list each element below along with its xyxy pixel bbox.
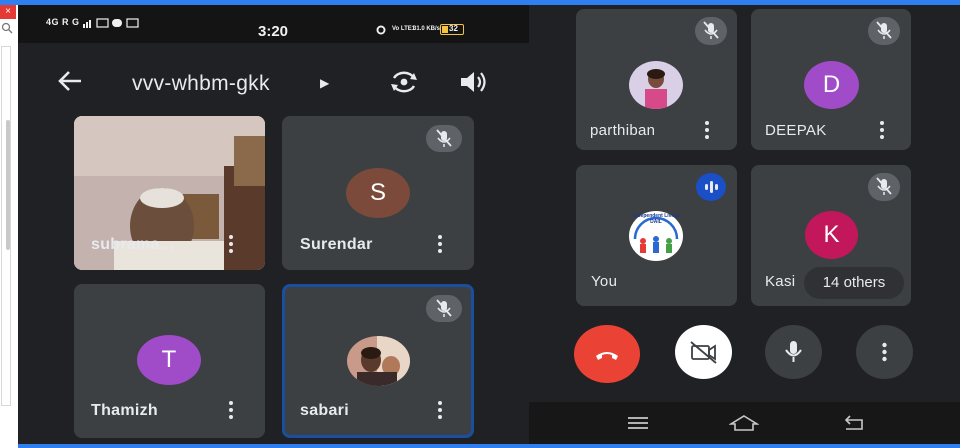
search-icon[interactable] <box>1 22 15 40</box>
status-time: 3:20 <box>258 23 289 40</box>
mic-off-icon <box>695 17 727 45</box>
participant-name: Kasi <box>765 273 796 290</box>
avatar <box>347 336 410 386</box>
meeting-header: vvv-whbm-gkk ▶ <box>18 43 529 115</box>
participant-name: sabari <box>300 402 349 419</box>
participant-tile-surendar[interactable]: S Surendar <box>282 116 474 270</box>
end-call-button[interactable] <box>574 325 640 383</box>
others-chip[interactable]: 14 others <box>804 267 904 299</box>
more-vert-icon <box>882 342 887 362</box>
mic-off-icon <box>426 295 462 322</box>
logo-text: Independent Living DAIL <box>633 213 679 225</box>
participant-tile-subramanian[interactable]: subrama... <box>74 116 265 270</box>
participant-tile-sabari[interactable]: sabari <box>282 284 474 438</box>
back-nav-icon[interactable] <box>842 414 866 432</box>
flip-camera-icon[interactable] <box>388 68 420 96</box>
bottom-accent-line <box>0 444 960 448</box>
more-vert-icon[interactable] <box>228 401 234 421</box>
participant-name: Thamizh <box>91 402 158 419</box>
phone-hangup-icon <box>596 352 618 360</box>
participant-tile-you[interactable]: Independent Living DAIL You <box>576 165 737 306</box>
battery-icon: 32 <box>440 24 464 35</box>
more-options-button[interactable] <box>856 325 913 379</box>
avatar: K <box>805 211 858 259</box>
mic-button[interactable] <box>765 325 822 379</box>
more-vert-icon[interactable] <box>228 235 234 255</box>
avatar: T <box>137 335 201 385</box>
signal-indicators: 4G R G <box>46 17 145 28</box>
avatar: D <box>804 61 859 109</box>
caret-right-icon[interactable]: ▶ <box>320 76 329 90</box>
alarm-icon <box>376 25 386 35</box>
audio-level-icon <box>696 173 726 201</box>
screenshot-root: × 4G R G 3:20 Vo LTE1 31.0 KB/s 32 vvv-w… <box>0 0 960 448</box>
status-right: Vo LTE1 31.0 KB/s 32 <box>375 24 464 35</box>
phone-screen-right: parthiban D DEEPAK Independent Living DA… <box>529 5 960 444</box>
arrow-left-icon[interactable] <box>56 69 84 93</box>
scrollbar[interactable] <box>6 120 10 250</box>
mic-off-icon <box>426 125 462 152</box>
participant-tile-parthiban[interactable]: parthiban <box>576 9 737 150</box>
phone-screen-left: 4G R G 3:20 Vo LTE1 31.0 KB/s 32 vvv-whb… <box>18 5 529 444</box>
speaker-icon[interactable] <box>458 68 488 96</box>
participant-name: DEEPAK <box>765 122 827 139</box>
android-nav-bar <box>529 402 960 444</box>
videocam-off-icon <box>690 341 717 364</box>
menu-icon[interactable] <box>626 415 650 431</box>
status-bar: 4G R G 3:20 Vo LTE1 31.0 KB/s 32 <box>18 5 529 43</box>
mic-icon <box>785 341 802 362</box>
more-vert-icon[interactable] <box>879 121 885 141</box>
home-icon[interactable] <box>729 414 759 432</box>
more-vert-icon[interactable] <box>437 235 443 255</box>
mic-off-icon <box>868 17 900 45</box>
camera-toggle-button[interactable] <box>675 325 732 379</box>
net-speed: 31.0 KB/s <box>413 26 441 32</box>
participant-name: subrama... <box>91 236 175 253</box>
participant-name: Surendar <box>300 236 373 253</box>
participant-name: parthiban <box>590 122 656 139</box>
avatar: S <box>346 168 410 218</box>
volte-text: Vo LTE1 <box>392 26 416 32</box>
mic-off-icon <box>868 173 900 201</box>
avatar <box>629 61 683 109</box>
participant-tile-thamizh[interactable]: T Thamizh <box>74 284 265 438</box>
meeting-code[interactable]: vvv-whbm-gkk <box>132 72 270 96</box>
close-icon[interactable]: × <box>0 5 16 19</box>
more-vert-icon[interactable] <box>437 401 443 421</box>
participant-tile-deepak[interactable]: D DEEPAK <box>751 9 911 150</box>
participant-name: You <box>591 273 618 290</box>
more-vert-icon[interactable] <box>704 121 710 141</box>
